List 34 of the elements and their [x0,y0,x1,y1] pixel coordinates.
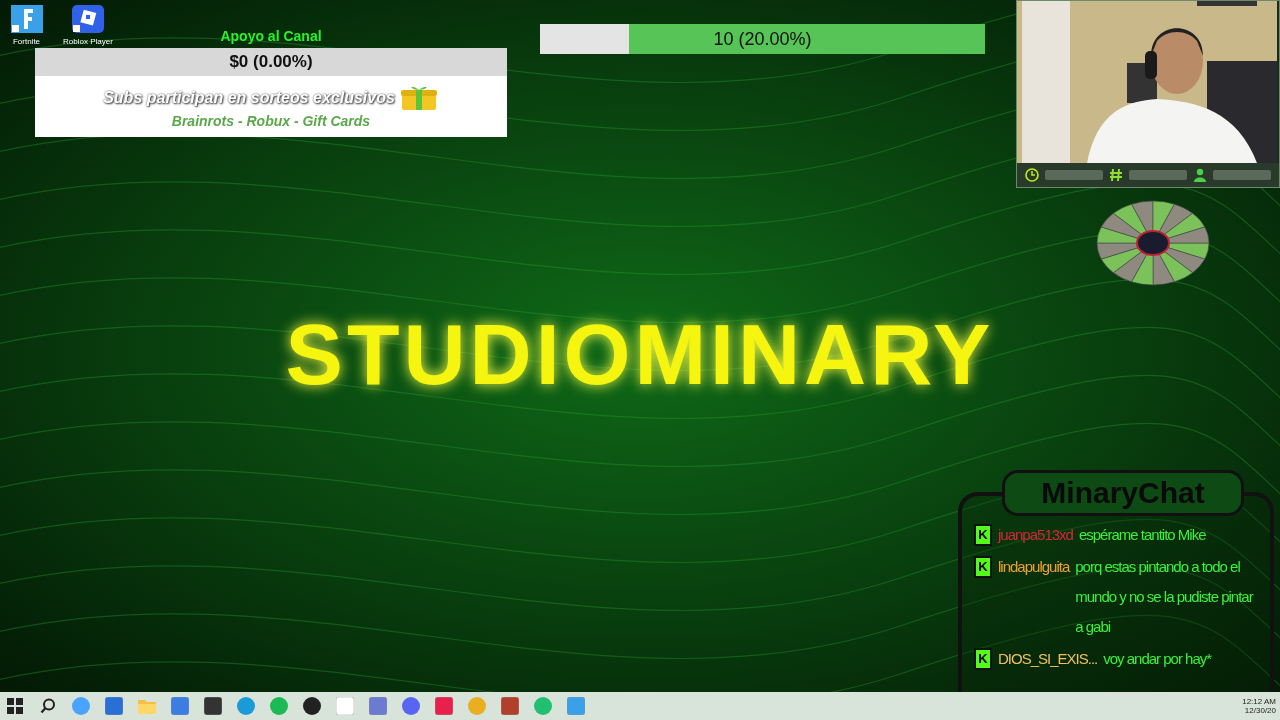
windows-icon[interactable] [7,698,23,714]
stat-field [1045,170,1103,180]
channel-title: STUDIOMINARY [284,305,996,404]
chat-app-icon[interactable] [402,697,420,715]
gift-icon [398,84,439,111]
platform-badge: K [974,648,992,670]
platform-badge: K [974,556,992,578]
clock-icon [1025,168,1039,182]
chat-title: MinaryChat [1002,470,1244,516]
clock-time: 12:12 AM [1242,697,1276,706]
chat-username: DIOS_SI_EXIS... [998,649,1098,669]
platform-badge: K [974,524,992,546]
user-icon [1193,168,1207,182]
chat-username: lindapulguita [998,557,1070,577]
prizes-text: Brainrots - Robux - Gift Cards [171,112,371,129]
chat-username: juanpa513xd [998,525,1073,545]
chat-message: voy andar por hay* [1103,649,1213,669]
goal-title: Apoyo al Canal [220,28,322,46]
game-shortcut-icon[interactable] [10,5,43,33]
store-icon[interactable] [105,697,123,715]
shortcut-label[interactable]: Roblox Player [63,37,113,46]
clock-date: 12/30/20 [1244,706,1276,715]
chat-message: espérame tantito Mike [1078,525,1207,545]
folder-icon[interactable] [138,698,156,714]
music-app-icon[interactable] [270,697,288,715]
game-shortcut-icon[interactable] [72,5,104,33]
promo-text: Subs participan en sorteos exclusivos [103,88,395,107]
search-icon[interactable] [40,698,56,714]
goal-reading: $0 (0.00%) [229,52,313,72]
hash-icon [1109,168,1123,182]
stat-field [1213,170,1271,180]
goal-reading: 10 (20.00%) [713,28,812,50]
stat-field [1129,170,1187,180]
shortcut-label[interactable]: Fortnite [12,37,41,46]
